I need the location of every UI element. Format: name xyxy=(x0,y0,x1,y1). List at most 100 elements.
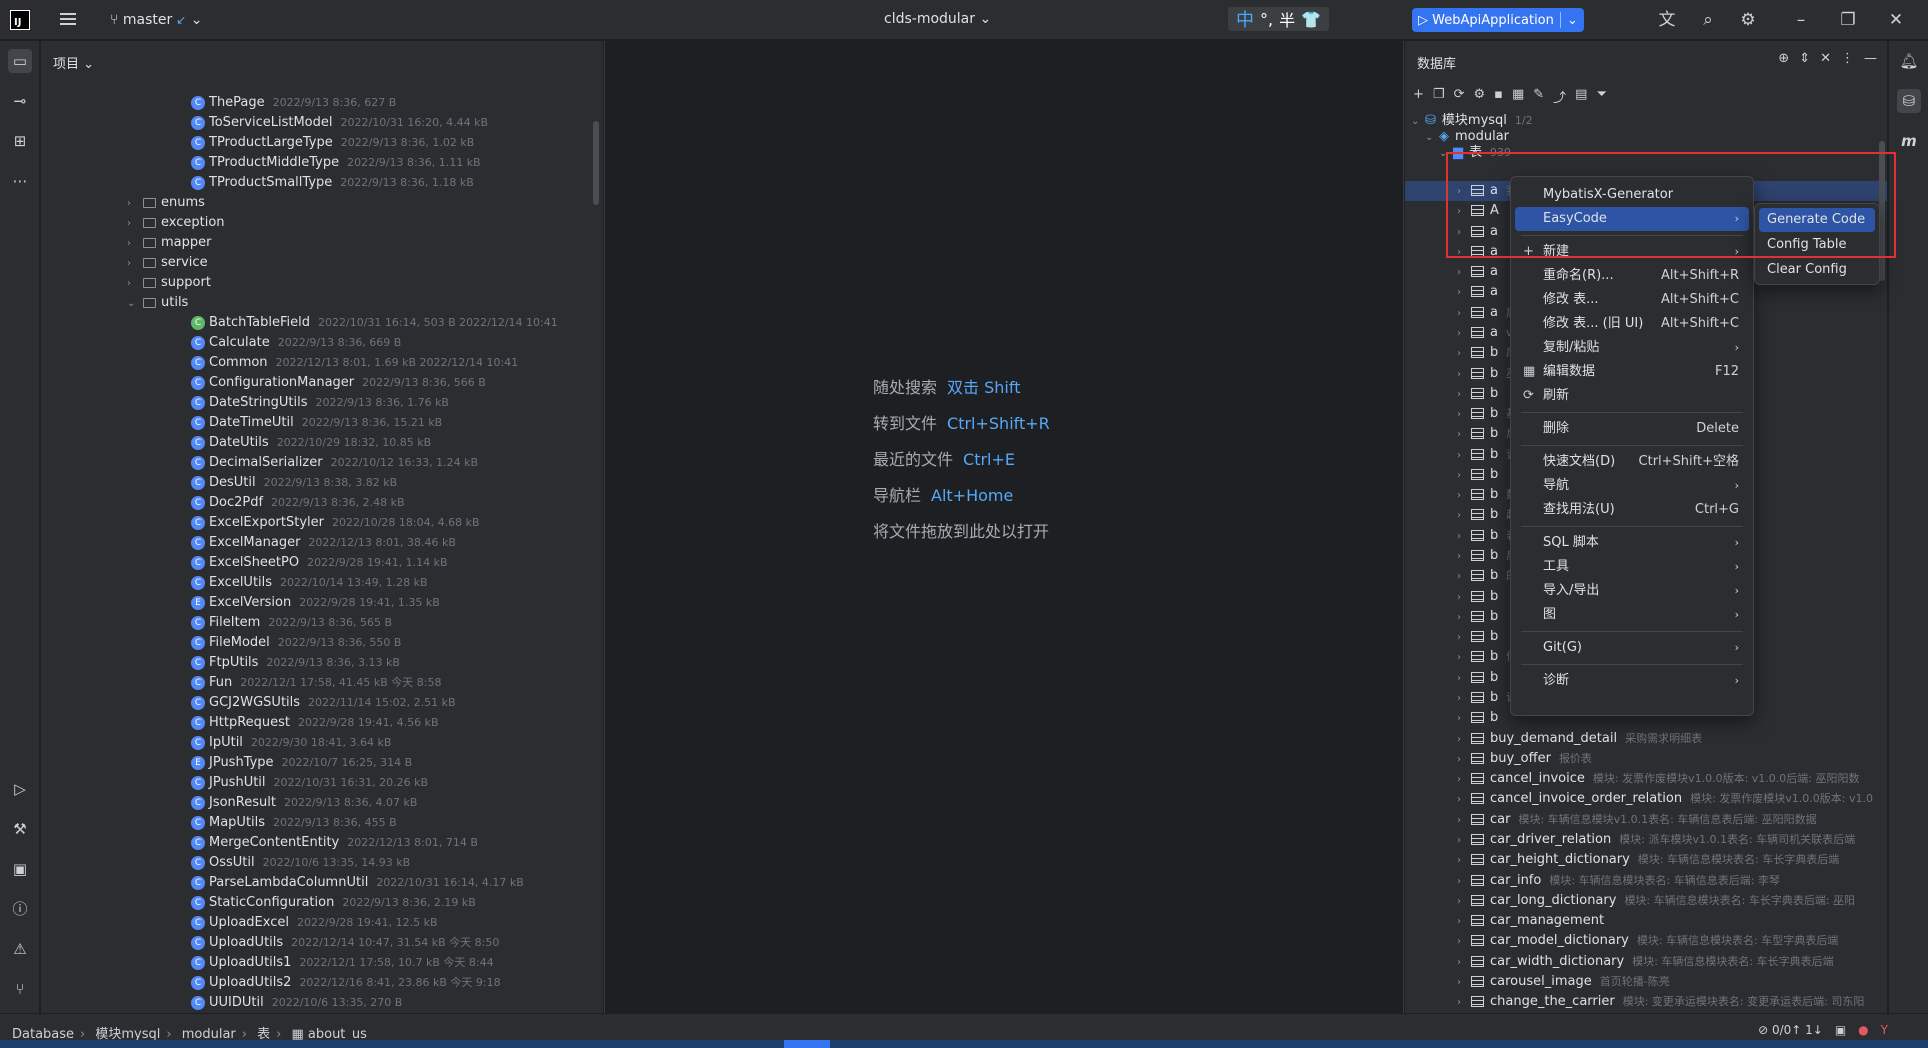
context-menu-item[interactable]: Git(G) › xyxy=(1515,636,1749,660)
chevron-right-icon[interactable]: › xyxy=(1457,892,1471,912)
chevron-right-icon[interactable]: › xyxy=(1457,567,1471,587)
project-panel-header[interactable]: 项目 ⌄ xyxy=(41,41,603,81)
plugin-icon[interactable]: Y xyxy=(1881,1023,1888,1037)
ime-indicator[interactable]: 中 °, 半 👕 xyxy=(1228,7,1330,31)
chevron-right-icon[interactable]: › xyxy=(1457,365,1471,385)
chevron-right-icon[interactable]: › xyxy=(1457,324,1471,344)
chevron-right-icon[interactable]: › xyxy=(1457,344,1471,364)
more-options-icon[interactable]: ⋮ xyxy=(1841,51,1854,66)
search-icon[interactable]: ⌕ xyxy=(1697,9,1719,31)
tree-file[interactable]: C ThePage 2022/9/13 8:36, 627 B xyxy=(41,93,396,113)
chevron-right-icon[interactable]: › xyxy=(1457,608,1471,628)
chevron-right-icon[interactable]: › xyxy=(1457,263,1471,283)
close-panel-icon[interactable]: ✕ xyxy=(1820,51,1831,66)
expand-collapse-icon[interactable]: ⇕ xyxy=(1799,51,1810,66)
tree-file[interactable]: C GCJ2WGSUtils 2022/11/14 15:02, 2.51 kB xyxy=(41,693,456,713)
run-configuration-selector[interactable]: ▷ WebApiApplication ⌄ xyxy=(1412,8,1584,32)
context-menu-item[interactable]: 诊断 › xyxy=(1515,669,1749,693)
table-row[interactable]: › car_info 模块: 车辆信息模块表名: 车辆信息表后端: 李琴 xyxy=(1405,871,1887,891)
tree-file[interactable]: C BatchTableField 2022/10/31 16:14, 503 B … xyxy=(41,313,558,333)
chevron-right-icon[interactable]: › xyxy=(1457,993,1471,1013)
submenu-item[interactable]: Clear Config xyxy=(1759,258,1875,282)
tree-file[interactable]: C Calculate 2022/9/13 8:36, 669 B xyxy=(41,333,401,353)
tree-file[interactable]: C TProductMiddleType 2022/9/13 8:36, 1.11 … xyxy=(41,153,481,173)
tables-folder-node[interactable]: ⌄ ▆ 表 939 xyxy=(1405,143,1887,163)
build-icon[interactable]: ⚒ xyxy=(8,817,32,841)
edit-icon[interactable]: ✎ xyxy=(1533,87,1544,106)
terminal-icon[interactable]: ▣ xyxy=(8,857,32,881)
chevron-right-icon[interactable]: › xyxy=(1457,304,1471,324)
tree-folder[interactable]: ⌄ utils xyxy=(41,293,196,313)
tree-file[interactable]: C ParseLambdaColumnUtil 2022/10/31 16:14, … xyxy=(41,873,524,893)
settings-gear-icon[interactable]: ⚙ xyxy=(1737,9,1759,31)
context-menu-item[interactable]: MybatisX-Generator xyxy=(1515,183,1749,207)
vcs-status[interactable]: ⊘ 0/0↑ 1↓ xyxy=(1758,1023,1823,1037)
context-menu-item[interactable]: 图 › xyxy=(1515,603,1749,627)
tree-folder[interactable]: › service xyxy=(41,253,216,273)
chevron-right-icon[interactable]: › xyxy=(1457,547,1471,567)
git-icon[interactable]: ⑂ xyxy=(8,977,32,1001)
tree-file[interactable]: C MapUtils 2022/9/13 8:36, 455 B xyxy=(41,813,397,833)
table-row[interactable]: › car_height_dictionary 模块: 车辆信息模块表名: 车长字典… xyxy=(1405,850,1887,870)
tree-file[interactable]: C MergeContentEntity 2022/12/13 8:01, 714 … xyxy=(41,833,478,853)
refresh-icon[interactable]: ⟳ xyxy=(1454,87,1465,106)
tree-file[interactable]: C JPushUtil 2022/10/31 16:31, 20.26 kB xyxy=(41,773,428,793)
close-icon[interactable]: ✕ xyxy=(1885,9,1907,31)
table-row[interactable]: › car_driver_relation 模块: 派车模块v1.0.1表名: 车辆… xyxy=(1405,830,1887,850)
tree-file[interactable]: C ExcelUtils 2022/10/14 13:49, 1.28 kB xyxy=(41,573,428,593)
minimize-icon[interactable]: – xyxy=(1790,9,1812,31)
structure-icon[interactable]: ⊞ xyxy=(8,129,32,153)
context-menu-item[interactable]: 导航 › xyxy=(1515,474,1749,498)
chevron-right-icon[interactable]: › xyxy=(1457,182,1471,202)
table-row[interactable]: › carousel_image 首页轮播-陈亮 xyxy=(1405,972,1887,992)
context-menu-item[interactable]: ▦ 编辑数据 F12 xyxy=(1515,360,1749,384)
tree-file[interactable]: C Doc2Pdf 2022/9/13 8:36, 2.48 kB xyxy=(41,493,405,513)
project-scrollbar[interactable] xyxy=(593,121,599,205)
error-icon[interactable]: ● xyxy=(1858,1023,1868,1037)
tree-file[interactable]: E JPushType 2022/10/7 16:25, 314 B xyxy=(41,753,412,773)
table-row[interactable]: › car 模块: 车辆信息模块v1.0.1表名: 车辆信息表后端: 巫阳阳数据 xyxy=(1405,810,1887,830)
context-menu-item[interactable]: 修改 表... Alt+Shift+C xyxy=(1515,288,1749,312)
add-icon[interactable]: + xyxy=(1413,87,1424,106)
problems-icon[interactable]: ⓘ xyxy=(8,897,32,921)
chevron-right-icon[interactable]: › xyxy=(127,274,141,294)
chevron-right-icon[interactable]: › xyxy=(1457,648,1471,668)
chevron-right-icon[interactable]: › xyxy=(1457,669,1471,689)
chevron-right-icon[interactable]: › xyxy=(1457,628,1471,648)
chevron-right-icon[interactable]: › xyxy=(127,234,141,254)
copy-icon[interactable]: ❐ xyxy=(1433,87,1445,106)
filter-icon[interactable]: ⏷ xyxy=(1596,87,1606,106)
tree-folder[interactable]: › enums xyxy=(41,193,213,213)
tree-file[interactable]: E ExcelVersion 2022/9/28 19:41, 1.35 kB xyxy=(41,593,440,613)
chevron-right-icon[interactable]: › xyxy=(1457,932,1471,952)
context-menu-item[interactable]: 导入/导出 › xyxy=(1515,579,1749,603)
tree-file[interactable]: C DateUtils 2022/10/29 18:32, 10.85 kB xyxy=(41,433,431,453)
chevron-right-icon[interactable]: › xyxy=(1457,527,1471,547)
table-row[interactable]: › car_width_dictionary 模块: 车辆信息模块表名: 车长字典表… xyxy=(1405,952,1887,972)
database-icon[interactable]: ⛁ xyxy=(1897,89,1921,113)
chevron-right-icon[interactable]: › xyxy=(1457,506,1471,526)
services-icon[interactable]: ▷ xyxy=(8,777,32,801)
chevron-right-icon[interactable]: › xyxy=(1457,953,1471,973)
table-row[interactable]: › cancel_invoice_order_relation 模块: 发票作废模块… xyxy=(1405,789,1887,809)
context-menu-item[interactable]: 快速文档(D) Ctrl+Shift+空格 xyxy=(1515,450,1749,474)
table-row[interactable]: › car_long_dictionary 模块: 车辆信息模块表名: 车长字典表后… xyxy=(1405,891,1887,911)
tree-file[interactable]: C DesUtil 2022/9/13 8:38, 3.82 kB xyxy=(41,473,397,493)
main-menu-icon[interactable] xyxy=(58,10,78,30)
chevron-right-icon[interactable]: › xyxy=(1457,446,1471,466)
tree-file[interactable]: C OssUtil 2022/10/6 13:35, 14.93 kB xyxy=(41,853,410,873)
context-menu-item[interactable]: 查找用法(U) Ctrl+G xyxy=(1515,498,1749,522)
tree-file[interactable]: C StaticConfiguration 2022/9/13 8:36, 2.19… xyxy=(41,893,476,913)
project-widget[interactable]: clds-modular ⌄ xyxy=(884,11,991,27)
chevron-right-icon[interactable]: › xyxy=(1457,425,1471,445)
context-menu-item[interactable]: + 新建 › xyxy=(1515,240,1749,264)
tree-file[interactable]: C FileItem 2022/9/13 8:36, 565 B xyxy=(41,613,392,633)
tree-file[interactable]: C DateTimeUtil 2022/9/13 8:36, 15.21 kB xyxy=(41,413,442,433)
chevron-right-icon[interactable]: › xyxy=(1457,588,1471,608)
tree-file[interactable]: C UploadUtils1 2022/12/1 17:58, 10.7 kB 今天… xyxy=(41,953,494,973)
chevron-right-icon[interactable]: › xyxy=(1457,770,1471,790)
chevron-right-icon[interactable]: › xyxy=(1457,202,1471,222)
tree-file[interactable]: C UploadUtils2 2022/12/16 8:41, 23.86 kB 今… xyxy=(41,973,501,993)
chevron-right-icon[interactable]: › xyxy=(1457,385,1471,405)
table-row[interactable]: › change_the_carrier 模块: 变更承运模块表名: 变更承运表后端… xyxy=(1405,992,1887,1012)
